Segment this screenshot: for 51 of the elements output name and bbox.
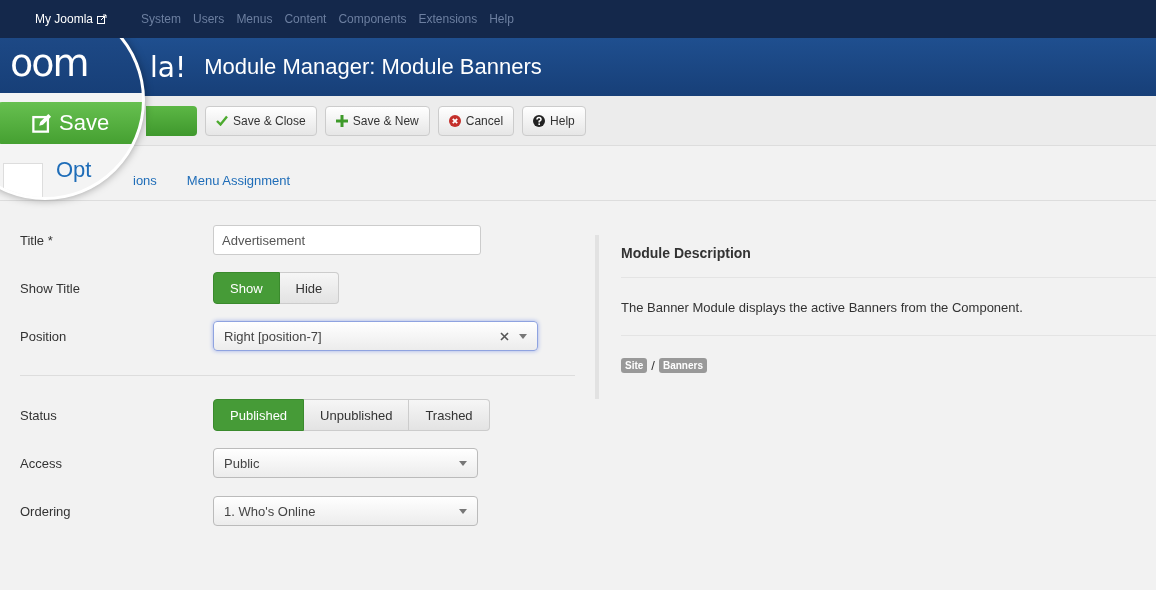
field-label: Title * xyxy=(20,232,54,248)
page-title: Module Manager: Module Banners xyxy=(204,54,542,80)
field-label: Position xyxy=(20,328,68,344)
title-input[interactable]: Advertisement xyxy=(213,225,481,255)
clear-icon[interactable] xyxy=(500,331,509,341)
select-field[interactable]: Public xyxy=(213,448,478,478)
tag-label: Banners xyxy=(658,358,707,373)
help-button[interactable]: Help xyxy=(522,105,586,136)
menu-item[interactable]: System xyxy=(141,12,182,26)
tab-background xyxy=(3,163,43,197)
dropdown-caret-icon xyxy=(519,333,527,339)
select-field[interactable]: 1. Who's Online xyxy=(213,496,478,526)
external-link-icon xyxy=(97,14,107,24)
field-label: Status xyxy=(20,407,58,423)
section-heading: Module Description xyxy=(621,239,1156,278)
select-field[interactable]: Right [position-7] xyxy=(213,321,538,351)
save-button-background xyxy=(146,105,197,136)
help-icon xyxy=(533,114,546,127)
description-text: The Banner Module displays the active Banners from the Component. xyxy=(621,278,1156,336)
cancel-button[interactable]: Cancel xyxy=(437,105,515,136)
toggle-option[interactable]: Published xyxy=(213,399,305,431)
menu-item[interactable]: Help xyxy=(489,12,514,26)
edit-icon xyxy=(32,113,52,133)
check-icon xyxy=(216,115,228,126)
menu-item[interactable]: Content xyxy=(284,12,327,26)
plus-icon xyxy=(335,114,348,127)
dropdown-caret-icon xyxy=(459,460,467,466)
separator-text: / xyxy=(651,358,655,373)
toggle-option[interactable]: Unpublished xyxy=(304,399,410,431)
save-button[interactable]: Save xyxy=(0,102,142,144)
field-label: Show Title xyxy=(20,280,81,296)
tag-label: Site xyxy=(621,358,648,373)
toggle-option[interactable]: Hide xyxy=(279,272,340,304)
field-label: Ordering xyxy=(20,503,72,519)
cancel-icon xyxy=(448,114,461,127)
field-label: Access xyxy=(20,455,63,471)
dropdown-caret-icon xyxy=(459,508,467,514)
toggle-option[interactable]: Show xyxy=(213,272,280,304)
logo-text: oom xyxy=(10,41,88,85)
tab[interactable]: ions xyxy=(133,165,157,200)
menu-item[interactable]: Components xyxy=(338,12,407,26)
menu-item[interactable]: Menus xyxy=(236,12,273,26)
menu-item[interactable]: Extensions xyxy=(418,12,478,26)
save-close-button[interactable]: Save & Close xyxy=(205,105,317,136)
logo-text: la! xyxy=(150,50,187,84)
save-new-button[interactable]: Save & New xyxy=(324,105,430,136)
tab[interactable]: Opt xyxy=(56,157,92,183)
tab[interactable]: Menu Assignment xyxy=(186,165,291,200)
toggle-option[interactable]: Trashed xyxy=(409,399,490,431)
brand-link[interactable]: My Joomla xyxy=(35,12,107,26)
menu-item[interactable]: Users xyxy=(193,12,225,26)
